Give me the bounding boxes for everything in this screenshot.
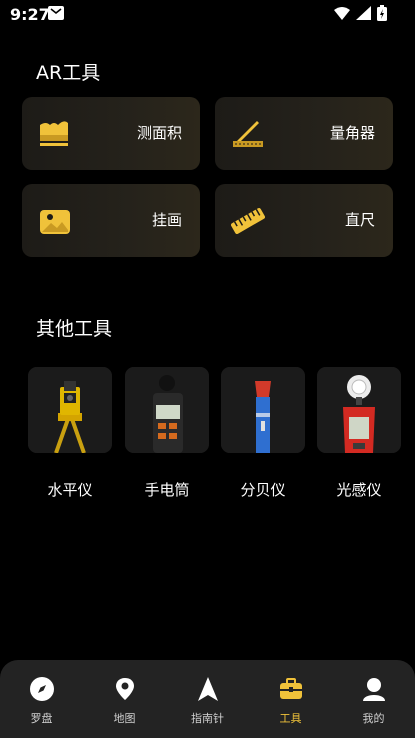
nav-direction[interactable]: 指南针	[166, 660, 249, 738]
card-label: 量角器	[329, 124, 375, 142]
nav-compass[interactable]: 罗盘	[0, 660, 83, 738]
flashlight-tool[interactable]: 手电筒	[125, 367, 209, 499]
nav-map[interactable]: 地图	[83, 660, 166, 738]
navigation-arrow-icon	[198, 677, 218, 701]
decibel-tool[interactable]: 分贝仪	[221, 367, 305, 499]
other-section-title: 其他工具	[36, 318, 113, 340]
nav-label: 指南针	[191, 712, 224, 725]
ruler-card[interactable]: 直尺	[215, 184, 393, 257]
protractor-card[interactable]: 量角器	[215, 97, 393, 170]
area-chart-icon	[40, 121, 68, 146]
user-icon	[363, 678, 385, 701]
tool-label: 手电筒	[144, 481, 190, 499]
card-label: 直尺	[344, 211, 375, 229]
nav-profile[interactable]: 我的	[332, 660, 415, 738]
light-meter-tool[interactable]: 光感仪	[317, 367, 401, 499]
wifi-icon	[334, 7, 350, 20]
notification-icon	[48, 6, 64, 20]
nav-label: 罗盘	[30, 712, 53, 725]
level-tool[interactable]: 水平仪	[28, 367, 112, 499]
tool-label: 光感仪	[336, 481, 382, 499]
bottom-nav: 罗盘 地图 指南针 工具 我的	[0, 660, 415, 738]
card-label: 挂画	[151, 211, 182, 229]
nav-label: 工具	[279, 712, 302, 725]
card-label: 测面积	[136, 124, 182, 142]
ruler-icon	[231, 208, 265, 234]
tool-label: 水平仪	[47, 481, 93, 499]
total-station-image	[28, 367, 112, 453]
nav-label: 我的	[362, 712, 385, 725]
status-bar: 9:27	[0, 0, 415, 30]
measure-area-card[interactable]: 测面积	[22, 97, 200, 170]
sound-meter-image	[125, 367, 209, 453]
hang-picture-card[interactable]: 挂画	[22, 184, 200, 257]
status-time: 9:27	[10, 5, 50, 24]
picture-icon	[40, 210, 70, 234]
compass-icon	[30, 677, 54, 701]
map-pin-icon	[116, 678, 134, 700]
nav-tools[interactable]: 工具	[249, 660, 332, 738]
protractor-icon	[233, 121, 263, 147]
signal-icon	[356, 6, 371, 20]
battery-icon	[377, 5, 387, 21]
ar-section-title: AR工具	[36, 62, 101, 84]
light-meter-image	[317, 367, 401, 453]
flashlight-image	[221, 367, 305, 453]
toolbox-icon	[280, 678, 302, 699]
tool-label: 分贝仪	[240, 481, 286, 499]
nav-label: 地图	[113, 712, 136, 725]
